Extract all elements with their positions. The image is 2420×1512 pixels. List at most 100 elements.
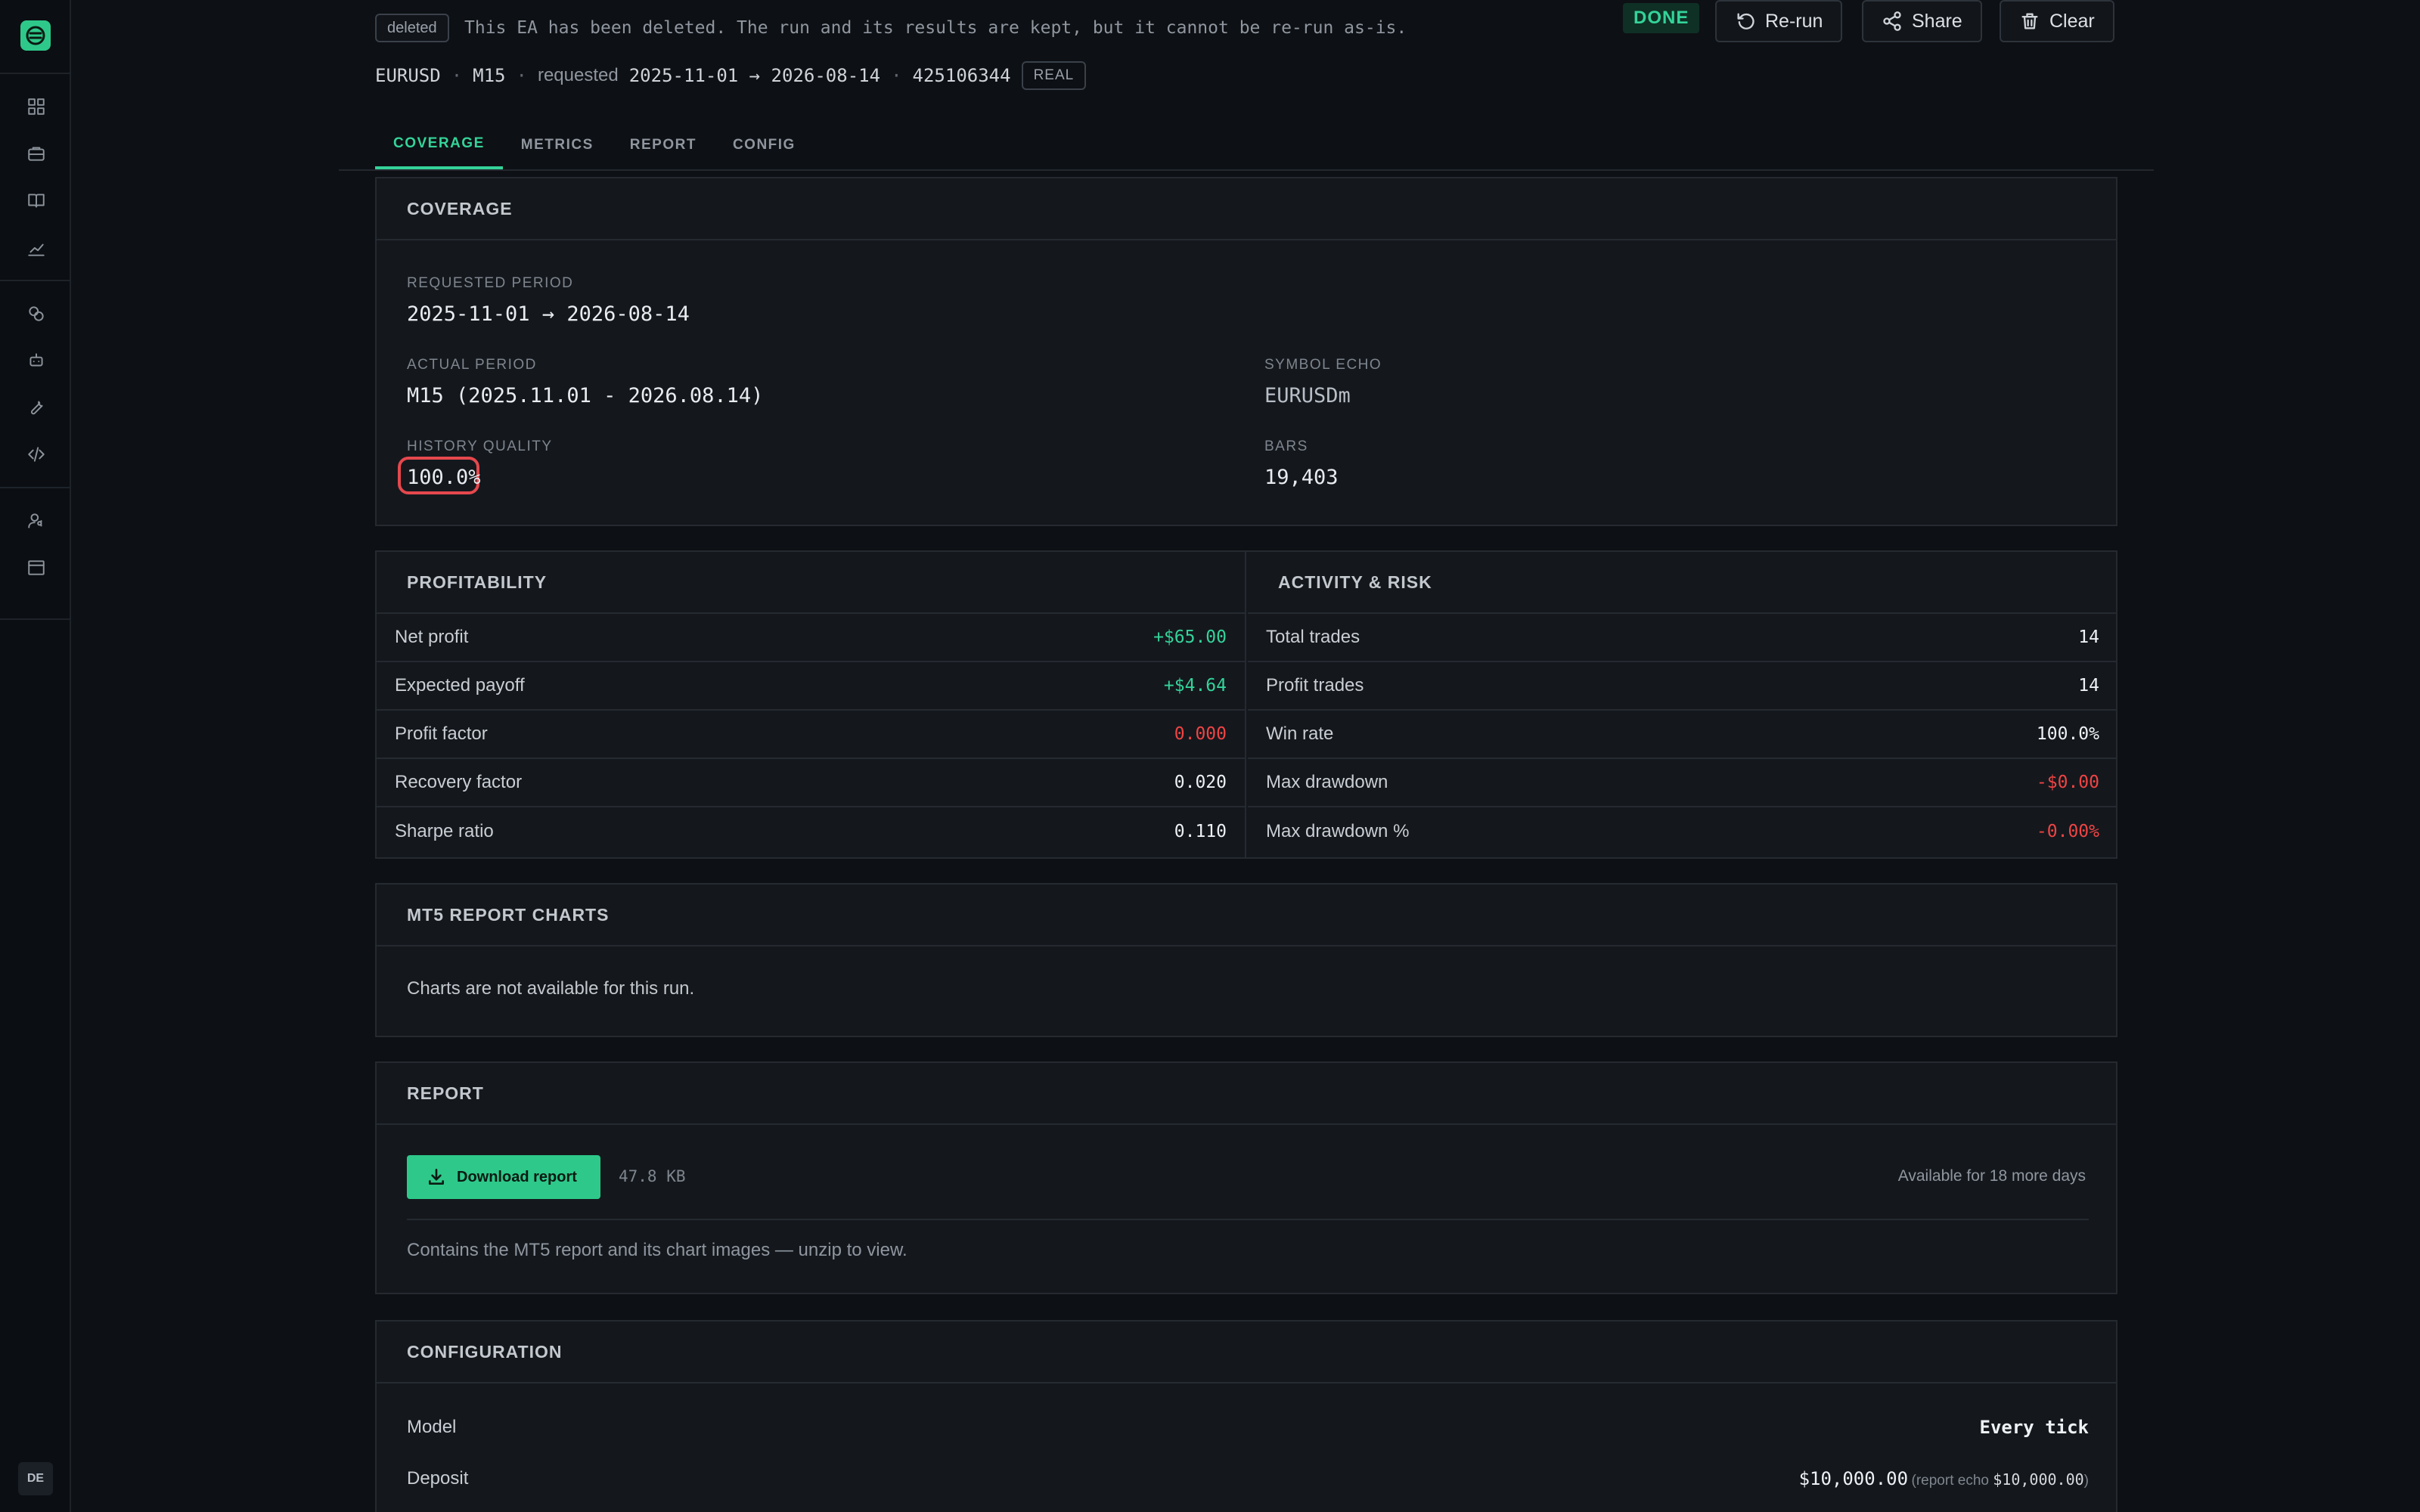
account-number: 425106344 [912, 65, 1011, 86]
stat-label: Profit factor [395, 723, 488, 744]
dashboard-icon[interactable] [26, 97, 46, 116]
user-settings-icon[interactable] [26, 511, 46, 531]
stat-label: Recovery factor [395, 772, 523, 792]
sidebar-divider [0, 280, 71, 281]
requested-range: 2025-11-01 → 2026-08-14 [628, 65, 881, 86]
code-icon[interactable] [26, 445, 46, 464]
stat-row: Sharpe ratio 0.110 [377, 807, 1245, 856]
stat-value: -$0.00 [2036, 773, 2099, 792]
language-switcher[interactable]: DE [18, 1462, 53, 1495]
stat-label: Max drawdown % [1266, 821, 1410, 841]
clear-button[interactable]: Clear [2000, 0, 2114, 42]
sidebar-divider [0, 73, 71, 74]
requested-period-value: 2025-11-01 → 2026-08-14 [407, 302, 690, 326]
separator-dot: · [451, 65, 463, 86]
stat-row: Win rate 100.0% [1248, 711, 2118, 759]
deposit-echo-value: $10,000.00 [1993, 1470, 2084, 1489]
report-title: REPORT [377, 1063, 2116, 1125]
requested-label: requested [537, 65, 619, 85]
stat-label: Profit trades [1266, 675, 1364, 696]
stat-value: -0.00% [2036, 822, 2099, 841]
charts-unavailable-message: Charts are not available for this run. [407, 978, 695, 999]
download-icon [429, 1168, 444, 1185]
rerun-button[interactable]: Re-run [1715, 0, 1843, 42]
tab-config[interactable]: CONFIG [715, 121, 814, 169]
report-divider [407, 1219, 2089, 1220]
app-logo[interactable] [20, 20, 51, 51]
profitability-title: PROFITABILITY [377, 552, 1245, 614]
logo-icon [26, 26, 45, 45]
deleted-badge: deleted [375, 14, 449, 42]
bars-label: BARS [1264, 438, 1308, 454]
coins-icon[interactable] [26, 304, 46, 324]
stat-value: 14 [2078, 627, 2099, 647]
actual-period-label: ACTUAL PERIOD [407, 357, 537, 373]
stat-value: 0.000 [1174, 724, 1227, 744]
chart-line-icon[interactable] [26, 239, 46, 259]
stat-label: Max drawdown [1266, 772, 1388, 792]
activity-title: ACTIVITY & RISK [1248, 552, 2118, 614]
profitability-column: PROFITABILITY Net profit +$65.00 Expecte… [377, 552, 1246, 857]
stat-label: Win rate [1266, 723, 1334, 744]
config-label: Model [407, 1417, 457, 1437]
stat-row: Net profit +$65.00 [377, 614, 1245, 662]
config-label: Deposit [407, 1468, 469, 1489]
robot-icon[interactable] [26, 351, 46, 370]
stat-label: Expected payoff [395, 675, 525, 696]
share-label: Share [1912, 10, 1962, 32]
stat-row: Profit trades 14 [1248, 662, 2118, 711]
refresh-icon [1737, 13, 1754, 29]
stat-value: +$65.00 [1153, 627, 1227, 647]
status-badge: DONE [1623, 3, 1700, 33]
book-icon[interactable] [26, 191, 46, 210]
configuration-title: CONFIGURATION [377, 1321, 2116, 1383]
account-type-badge: REAL [1021, 61, 1087, 90]
stat-row: Profit factor 0.000 [377, 711, 1245, 759]
tabs-divider [339, 169, 2154, 171]
archive-icon[interactable] [26, 558, 46, 578]
clear-label: Clear [2049, 10, 2095, 32]
stat-value: 0.020 [1174, 773, 1227, 792]
trash-icon [2021, 13, 2038, 29]
stat-value: 100.0% [2036, 724, 2099, 744]
history-quality-label: HISTORY QUALITY [407, 438, 553, 454]
config-value-group: $10,000.00 (report echo $10,000.00) [1799, 1468, 2089, 1489]
deposit-echo-prefix: (report echo [1911, 1473, 1989, 1489]
run-meta: EURUSD · M15 · requested 2025-11-01 → 20… [375, 60, 1087, 91]
wrench-icon[interactable] [26, 398, 46, 417]
share-icon [1883, 11, 1901, 31]
actual-period-value: M15 (2025.11.01 - 2026.08.14) [407, 384, 764, 407]
report-card: REPORT Download report 47.8 KB Available… [375, 1061, 2118, 1294]
config-value: Every tick [1979, 1417, 2090, 1438]
separator-dot: · [516, 65, 527, 86]
briefcase-icon[interactable] [26, 144, 46, 163]
stat-label: Net profit [395, 627, 469, 647]
deposit-echo: (report echo $10,000.00) [1911, 1470, 2089, 1489]
config-row-model: Model Every tick [407, 1405, 2089, 1450]
stat-row: Total trades 14 [1248, 614, 2118, 662]
download-report-button[interactable]: Download report [407, 1155, 600, 1199]
download-report-label: Download report [457, 1168, 577, 1185]
sidebar-divider [0, 487, 71, 488]
report-note: Contains the MT5 report and its chart im… [407, 1240, 908, 1260]
history-quality-value: 100.0% [407, 466, 481, 489]
report-availability: Available for 18 more days [1897, 1167, 2086, 1185]
configuration-card: CONFIGURATION Model Every tick Deposit $… [375, 1320, 2118, 1512]
charts-card: MT5 REPORT CHARTS Charts are not availab… [375, 883, 2118, 1037]
stat-row: Max drawdown % -0.00% [1248, 807, 2118, 856]
activity-column: ACTIVITY & RISK Total trades 14 Profit t… [1248, 552, 2118, 857]
bars-value: 19,403 [1264, 466, 1339, 489]
stat-value: +$4.64 [1163, 676, 1227, 696]
config-value: $10,000.00 [1798, 1468, 1909, 1489]
stat-label: Total trades [1266, 627, 1360, 647]
tab-metrics[interactable]: METRICS [503, 121, 612, 169]
sidebar-divider [0, 618, 71, 620]
tab-report[interactable]: REPORT [612, 121, 715, 169]
stats-panel: PROFITABILITY Net profit +$65.00 Expecte… [375, 550, 2118, 859]
rerun-label: Re-run [1765, 10, 1823, 32]
stat-value: 14 [2078, 676, 2099, 696]
tab-bar: COVERAGE METRICS REPORT CONFIG [375, 121, 814, 169]
tab-coverage[interactable]: COVERAGE [375, 121, 503, 169]
share-button[interactable]: Share [1862, 0, 1982, 42]
stat-row: Recovery factor 0.020 [377, 759, 1245, 807]
